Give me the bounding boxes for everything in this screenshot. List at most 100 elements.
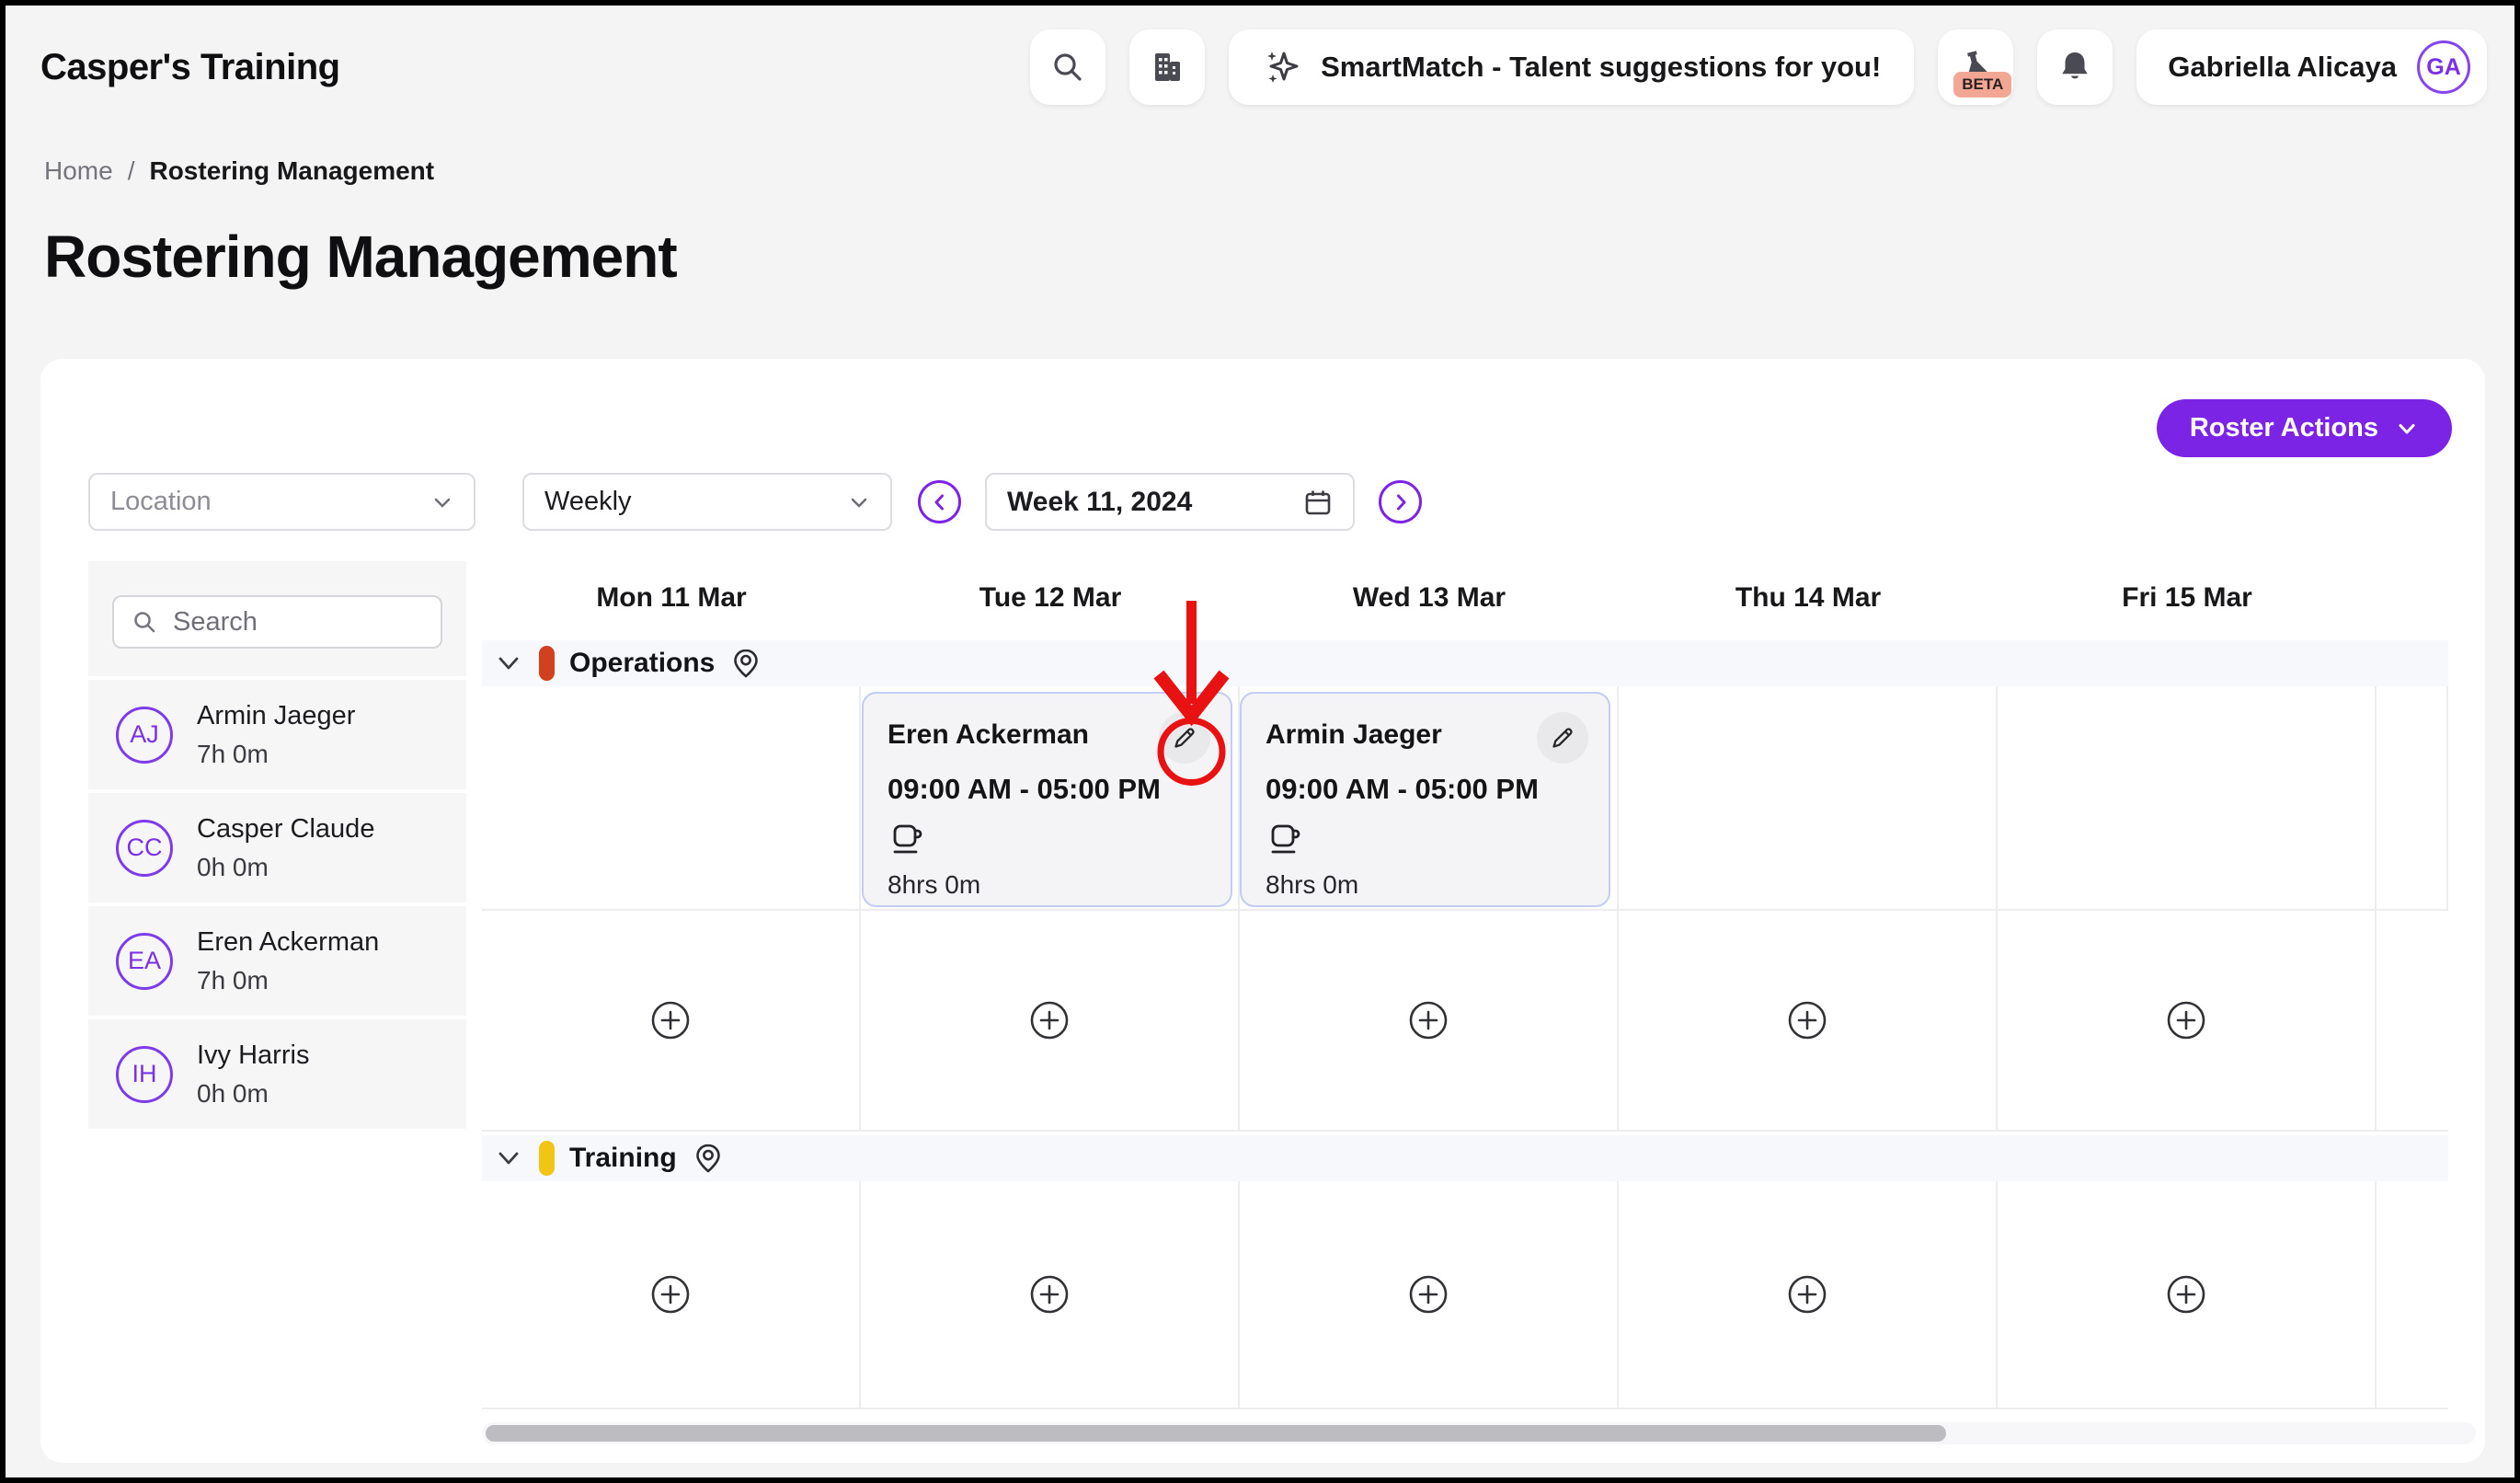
chevron-down-icon	[848, 491, 870, 513]
employee-info: Casper Claude 0h 0m	[197, 814, 374, 882]
roster-actions-button[interactable]: Roster Actions	[2157, 399, 2452, 457]
employee-info: Ivy Harris 0h 0m	[197, 1040, 309, 1109]
app-screen: Casper's Training	[6, 6, 2514, 1477]
break-coffee-icon	[1266, 819, 1585, 859]
add-shift-button[interactable]	[1028, 999, 1071, 1041]
location-pin-icon	[692, 1142, 725, 1175]
operations-empty-row	[482, 911, 2448, 1132]
grid-cell[interactable]	[1240, 911, 1619, 1130]
avatar: EA	[116, 933, 173, 990]
week-picker[interactable]: Week 11, 2024	[985, 473, 1355, 531]
add-shift-button[interactable]	[1407, 999, 1449, 1041]
horizontal-scrollbar-track[interactable]	[482, 1422, 2476, 1444]
employee-hours: 0h 0m	[197, 853, 374, 882]
grid-cell[interactable]	[482, 686, 861, 909]
add-shift-button[interactable]	[2165, 999, 2207, 1041]
add-shift-button[interactable]	[1786, 1273, 1828, 1316]
grid-cell[interactable]	[1619, 1181, 1998, 1408]
notifications-button[interactable]	[2037, 29, 2113, 105]
day-header: Tue 12 Mar	[861, 578, 1240, 618]
grid-cell[interactable]	[1619, 911, 1998, 1130]
avatar: AJ	[116, 707, 173, 764]
grid-cell[interactable]	[2377, 1181, 2448, 1408]
add-shift-button[interactable]	[649, 999, 692, 1041]
employee-search-block: Search	[88, 561, 466, 676]
view-mode-select[interactable]: Weekly	[522, 473, 892, 531]
location-select[interactable]: Location	[88, 473, 475, 531]
smartmatch-button[interactable]: SmartMatch - Talent suggestions for you!	[1229, 29, 1914, 105]
employee-row[interactable]: EA Eren Ackerman 7h 0m	[88, 906, 466, 1016]
week-picker-value: Week 11, 2024	[1007, 487, 1192, 518]
app-logo: Casper's Training	[40, 47, 340, 88]
chevron-down-icon	[493, 648, 524, 679]
section-header-operations[interactable]: Operations	[482, 640, 2448, 686]
add-shift-button[interactable]	[1786, 999, 1828, 1041]
day-header: Fri 15 Mar	[1998, 578, 2377, 618]
shift-duration: 8hrs 0m	[1266, 870, 1585, 900]
employee-row[interactable]: AJ Armin Jaeger 7h 0m	[88, 680, 466, 789]
breadcrumb: Home / Rostering Management	[44, 156, 2514, 186]
schedule-grid: Mon 11 Mar Tue 12 Mar Wed 13 Mar Thu 14 …	[482, 578, 2448, 1444]
training-empty-row	[482, 1181, 2448, 1409]
day-header-partial	[2377, 578, 2448, 618]
labs-button[interactable]: BETA	[1938, 29, 2013, 105]
employee-hours: 0h 0m	[197, 1079, 309, 1109]
employee-sidebar: Search AJ Armin Jaeger 7h 0m CC Casper C…	[88, 561, 466, 1129]
employee-name: Eren Ackerman	[197, 927, 379, 958]
search-icon	[1049, 49, 1086, 86]
grid-cell[interactable]	[1998, 1181, 2377, 1408]
grid-cell[interactable]	[1998, 686, 2377, 909]
edit-shift-button[interactable]	[1537, 712, 1588, 764]
shift-card-eren-ackerman[interactable]: Eren Ackerman 09:00 AM - 05:00 PM	[862, 692, 1232, 907]
operations-shift-row: Eren Ackerman 09:00 AM - 05:00 PM	[482, 686, 2448, 911]
chevron-right-icon	[1389, 490, 1413, 514]
roster-panel: Roster Actions Location Weekly	[40, 359, 2485, 1463]
add-shift-button[interactable]	[649, 1273, 692, 1316]
chevron-down-icon	[493, 1143, 524, 1174]
search-button[interactable]	[1030, 29, 1105, 105]
grid-cell[interactable]	[1998, 911, 2377, 1130]
search-icon	[131, 608, 158, 636]
employee-search-input[interactable]: Search	[112, 595, 442, 649]
edit-shift-button[interactable]	[1159, 712, 1210, 764]
avatar: IH	[116, 1046, 173, 1103]
employee-info: Armin Jaeger 7h 0m	[197, 701, 355, 769]
day-header-row: Mon 11 Mar Tue 12 Mar Wed 13 Mar Thu 14 …	[482, 578, 2448, 618]
sparkles-icon	[1262, 47, 1302, 87]
calendar-icon	[1303, 488, 1333, 517]
add-shift-button[interactable]	[1028, 1273, 1071, 1316]
section-label: Training	[569, 1143, 677, 1174]
grid-cell[interactable]	[482, 1181, 861, 1408]
employee-hours: 7h 0m	[197, 740, 355, 769]
section-header-training[interactable]: Training	[482, 1135, 2448, 1181]
top-bar-actions: SmartMatch - Talent suggestions for you!…	[1030, 29, 2487, 105]
shift-card-armin-jaeger[interactable]: Armin Jaeger 09:00 AM - 05:00 PM	[1240, 692, 1610, 907]
add-shift-button[interactable]	[2165, 1273, 2207, 1316]
grid-cell[interactable]	[2377, 911, 2448, 1130]
next-week-button[interactable]	[1379, 480, 1422, 523]
breadcrumb-home-link[interactable]: Home	[44, 156, 113, 186]
search-placeholder: Search	[173, 607, 258, 638]
employee-name: Ivy Harris	[197, 1040, 309, 1071]
grid-cell[interactable]	[2377, 686, 2448, 909]
bell-icon	[2056, 48, 2094, 86]
employee-row[interactable]: IH Ivy Harris 0h 0m	[88, 1019, 466, 1129]
grid-cell[interactable]	[1240, 1181, 1619, 1408]
add-shift-button[interactable]	[1407, 1273, 1449, 1316]
section-color-pill	[539, 1141, 555, 1176]
page-title: Rostering Management	[44, 223, 2514, 291]
chevron-down-icon	[431, 491, 453, 513]
grid-cell[interactable]	[861, 911, 1240, 1130]
grid-cell[interactable]	[482, 911, 861, 1130]
organisation-button[interactable]	[1129, 29, 1205, 105]
grid-cell[interactable]	[1619, 686, 1998, 909]
horizontal-scrollbar-thumb[interactable]	[486, 1425, 1946, 1442]
section-color-pill	[539, 646, 555, 681]
profile-button[interactable]: Gabriella Alicaya GA	[2136, 29, 2487, 105]
view-mode-value: Weekly	[544, 487, 632, 517]
shift-duration: 8hrs 0m	[888, 870, 1207, 900]
previous-week-button[interactable]	[918, 480, 961, 523]
employee-row[interactable]: CC Casper Claude 0h 0m	[88, 793, 466, 902]
user-name: Gabriella Alicaya	[2168, 51, 2397, 84]
grid-cell[interactable]	[861, 1181, 1240, 1408]
